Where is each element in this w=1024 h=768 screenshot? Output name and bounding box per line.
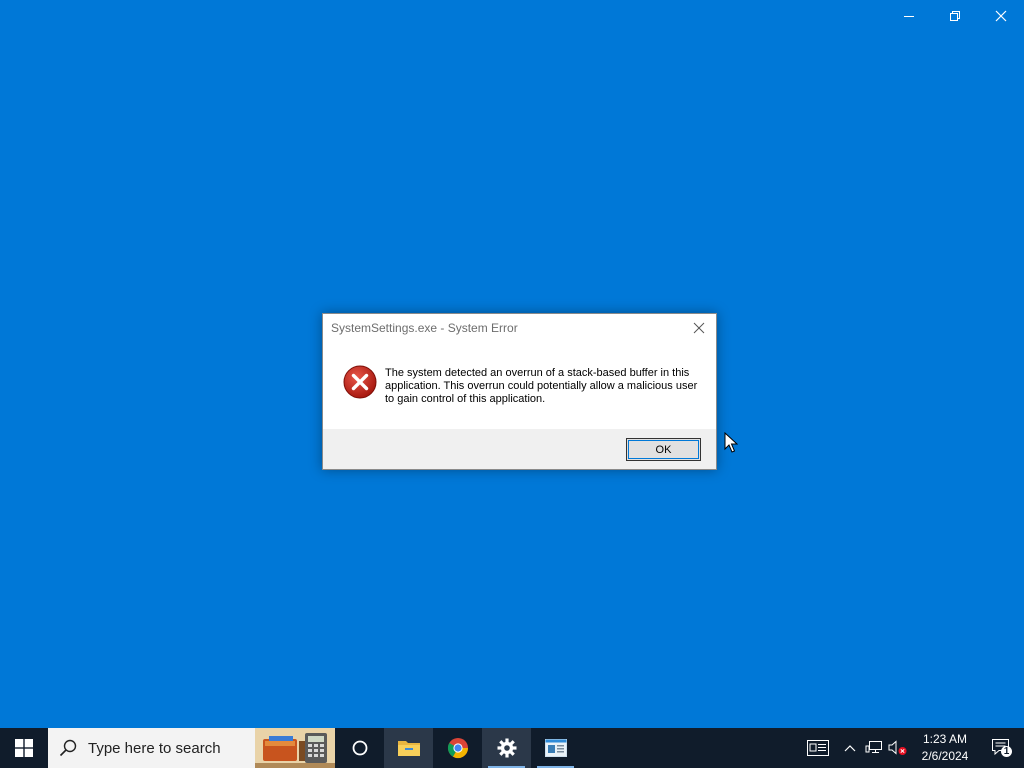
ok-button[interactable]: OK (626, 438, 701, 461)
minimize-icon (904, 16, 914, 17)
error-icon (343, 365, 377, 399)
start-button[interactable] (0, 728, 48, 768)
search-icon (59, 739, 77, 757)
restore-button[interactable] (932, 0, 978, 32)
folder-icon (397, 741, 420, 756)
taskbar-news-app[interactable] (531, 728, 580, 768)
network-button[interactable] (862, 728, 886, 768)
dialog-close-button[interactable] (688, 317, 710, 339)
dialog-title: SystemSettings.exe - System Error (331, 321, 518, 335)
dialog-body: The system detected an overrun of a stac… (323, 344, 716, 429)
taskbar-file-explorer[interactable] (384, 728, 433, 768)
news-app-icon (544, 739, 567, 757)
news-widget-button[interactable] (798, 728, 838, 768)
taskbar-settings[interactable] (482, 728, 531, 768)
chevron-up-icon (844, 745, 856, 752)
close-icon (693, 322, 705, 334)
taskbar-cortana[interactable] (335, 728, 384, 768)
volume-button[interactable] (886, 728, 910, 768)
close-icon (995, 10, 1007, 22)
gear-icon (497, 738, 516, 758)
volume-muted-icon (888, 740, 907, 755)
clock-time: 1:23 AM (922, 732, 968, 746)
restore-icon (950, 11, 960, 21)
taskbar-chrome[interactable] (433, 728, 482, 768)
taskbar-clock[interactable]: 1:23 AM 2/6/2024 (910, 728, 980, 768)
cortana-icon (352, 740, 367, 756)
search-placeholder: Type here to search (88, 739, 221, 757)
window-controls (886, 0, 1024, 32)
close-button[interactable] (978, 0, 1024, 32)
taskbar-search-box[interactable]: Type here to search (48, 728, 335, 768)
error-dialog: SystemSettings.exe - System Error The sy… (322, 313, 717, 470)
minimize-button[interactable] (886, 0, 932, 32)
notification-count: 1 (1003, 745, 1010, 757)
news-widget-icon (807, 740, 829, 756)
show-hidden-icons-button[interactable] (838, 728, 862, 768)
mouse-cursor-icon (724, 432, 738, 453)
dialog-footer: OK (323, 429, 716, 469)
taskbar: Type here to search 1:23 AM 2/6/2024 1 (0, 728, 1024, 768)
action-center-button[interactable]: 1 (980, 728, 1024, 768)
windows-logo-icon (15, 739, 33, 757)
search-highlight-image (255, 728, 335, 768)
clock-date: 2/6/2024 (921, 749, 969, 763)
chrome-icon (447, 738, 468, 759)
notification-icon (992, 739, 1012, 757)
system-tray: 1:23 AM 2/6/2024 1 (798, 728, 1024, 768)
network-icon (865, 741, 882, 753)
dialog-message: The system detected an overrun of a stac… (385, 367, 698, 405)
